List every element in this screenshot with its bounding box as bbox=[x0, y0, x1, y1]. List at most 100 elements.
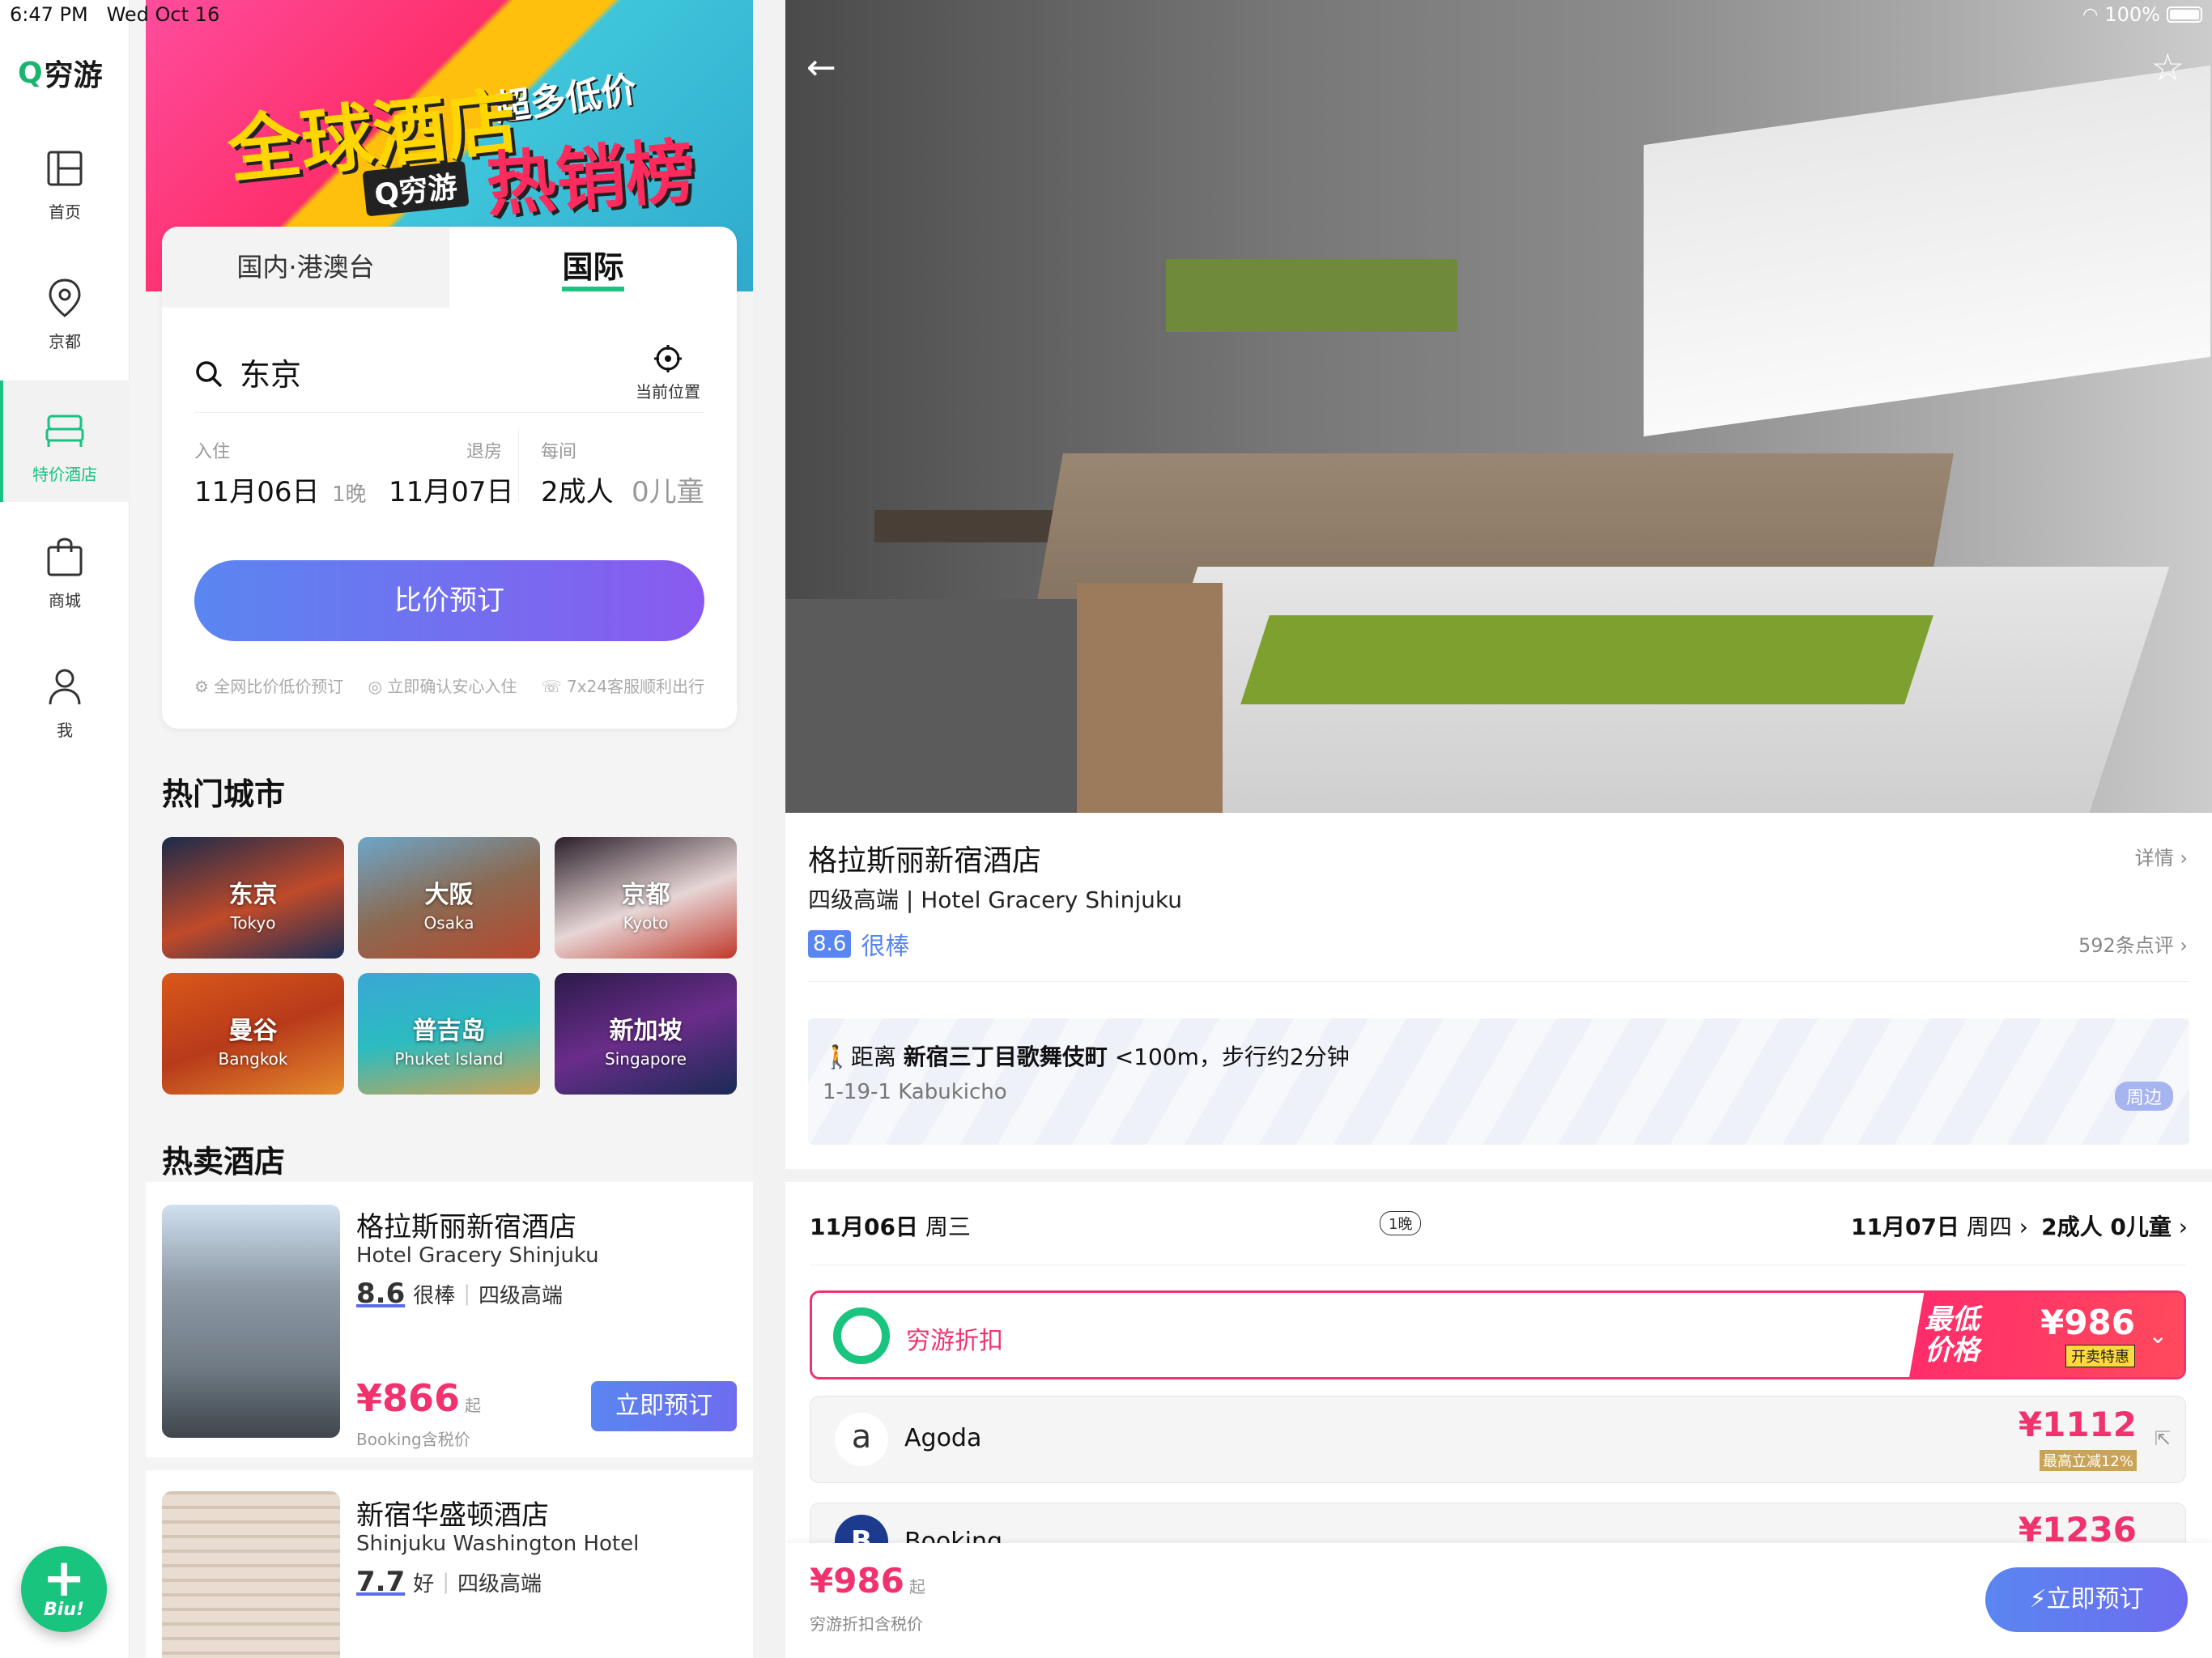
bottom-booking-bar: ¥986 起 穷游折扣含税价 ⚡立即预订 bbox=[785, 1543, 2212, 1658]
hotel-score: 8.6 bbox=[356, 1278, 406, 1310]
detail-rating: 很棒 bbox=[861, 933, 910, 961]
hot-cities-grid: 东京 Tokyo 大阪 Osaka 京都 Kyoto 曼谷 Bangkok 普吉岛 Phu… bbox=[162, 837, 737, 1096]
qyer-logo-icon bbox=[833, 1307, 890, 1364]
nearby-button[interactable]: 周边 bbox=[2114, 1082, 2173, 1111]
sidebar-item-home[interactable]: 首页 bbox=[0, 146, 130, 267]
bed-icon bbox=[45, 414, 84, 447]
city-tile-singapore[interactable]: 新加坡 Singapore bbox=[555, 973, 737, 1095]
external-link-icon: ⇱ bbox=[2154, 1427, 2171, 1450]
bottom-book-button[interactable]: ⚡立即预订 bbox=[1985, 1567, 2188, 1632]
destination-city: 东京 bbox=[240, 357, 302, 393]
perk-item: ⚙ 全网比价低价预订 bbox=[194, 677, 344, 696]
person-icon bbox=[49, 669, 81, 705]
hotel-address: 1-19-1 Kabukicho bbox=[823, 1080, 1007, 1104]
perk-item: ☏ 7x24客服顺利出行 bbox=[541, 677, 704, 696]
sidebar-item-label: 首页 bbox=[49, 202, 81, 222]
tab-international[interactable]: 国际 bbox=[449, 227, 737, 308]
bottom-price: ¥986 起 bbox=[810, 1561, 925, 1601]
hotel-english-name: Hotel Gracery Shinjuku bbox=[356, 1244, 599, 1268]
adults-count[interactable]: 2成人 bbox=[541, 470, 614, 509]
hotel-english-name: Shinjuku Washington Hotel bbox=[356, 1532, 640, 1556]
star-favorite-icon[interactable]: ☆ bbox=[2151, 45, 2184, 89]
distance-text: 🚶距离 新宿三丁目歌舞伎町 <100m，步行约2分钟 bbox=[823, 1044, 1350, 1070]
hotel-score-row: 7.7 好 | 四级高端 bbox=[356, 1566, 542, 1598]
reviews-link[interactable]: 592条点评 › bbox=[2078, 929, 2188, 958]
hotel-score: 7.7 bbox=[356, 1566, 406, 1598]
room-label: 每间 bbox=[541, 442, 577, 462]
wifi-icon: ◠ bbox=[2082, 4, 2099, 25]
sidebar-item-label: 京都 bbox=[49, 332, 81, 351]
room-checkin-date[interactable]: 11月06日 周三 bbox=[810, 1209, 971, 1242]
city-tile-kyoto[interactable]: 京都 Kyoto bbox=[555, 837, 737, 959]
hotel-score-row: 8.6 很棒 | 四级高端 bbox=[356, 1278, 564, 1310]
layout-icon bbox=[47, 151, 83, 186]
checkin-label: 入住 bbox=[194, 442, 231, 462]
offer-row-agoda[interactable]: a Agoda ¥1112 最高立减12% ⇱ bbox=[810, 1396, 2186, 1483]
hotel-photo bbox=[162, 1205, 340, 1438]
city-tile-osaka[interactable]: 大阪 Osaka bbox=[358, 837, 540, 959]
bottom-price-note: 穷游折扣含税价 bbox=[810, 1614, 923, 1634]
map-location-card[interactable]: 🚶距离 新宿三丁目歌舞伎町 <100m，步行约2分钟 1-19-1 Kabuki… bbox=[808, 1018, 2189, 1145]
sidebar-item-hotels[interactable]: 特价酒店 bbox=[0, 380, 130, 502]
detail-score-badge: 8.6 bbox=[808, 930, 852, 958]
agoda-logo-icon: a bbox=[835, 1413, 888, 1466]
hotel-info-section: 格拉斯丽新宿酒店 详情 › 四级高端 | Hotel Gracery Shinj… bbox=[785, 813, 2212, 1169]
detail-subtitle: 四级高端 | Hotel Gracery Shinjuku bbox=[808, 886, 1182, 913]
offer-tag: 开卖特惠 bbox=[2065, 1345, 2135, 1367]
room-guests[interactable]: 2成人 0儿童 › bbox=[2041, 1209, 2188, 1242]
sidebar-item-shop[interactable]: 商城 bbox=[0, 534, 130, 656]
detail-score-row: 8.6 很棒 bbox=[808, 926, 909, 962]
checkout-date[interactable]: 11月07日 bbox=[389, 470, 514, 509]
sidebar-item-me[interactable]: 我 bbox=[0, 664, 130, 785]
checkin-date[interactable]: 11月06日 bbox=[194, 470, 320, 509]
back-arrow-icon[interactable]: ← bbox=[806, 47, 836, 88]
hotel-photo bbox=[162, 1491, 340, 1658]
shopping-bag-icon bbox=[47, 538, 83, 576]
search-icon bbox=[196, 361, 223, 388]
location-pin-icon bbox=[49, 278, 81, 317]
book-now-button[interactable]: 立即预订 bbox=[591, 1381, 737, 1431]
offer-tag: 最高立减12% bbox=[2039, 1450, 2137, 1471]
destination-field[interactable]: 东京 当前位置 bbox=[194, 332, 704, 413]
offer-row-qyer[interactable]: 穷游折扣 最低价格 ¥986 开卖特惠 ⌄ bbox=[810, 1290, 2186, 1380]
room-photo bbox=[785, 0, 2212, 813]
details-link[interactable]: 详情 › bbox=[2135, 842, 2188, 870]
logo-q-icon: Q bbox=[18, 56, 43, 90]
app-logo[interactable]: Q 穷游 bbox=[18, 52, 103, 94]
status-right: ◠ 100% bbox=[2082, 3, 2202, 26]
room-checkout-date[interactable]: 11月07日 周四 › bbox=[1851, 1209, 2028, 1242]
perks-row: ⚙ 全网比价低价预订 ◎ 立即确认安心入住 ☏ 7x24客服顺利出行 bbox=[194, 674, 704, 697]
children-count[interactable]: 0儿童 bbox=[632, 470, 704, 509]
compare-book-button[interactable]: 比价预订 bbox=[194, 560, 704, 641]
perk-item: ◎ 立即确认安心入住 bbox=[368, 677, 517, 696]
city-tile-phuket[interactable]: 普吉岛 Phuket Island bbox=[358, 973, 540, 1095]
hot-hotels-title: 热卖酒店 bbox=[162, 1144, 286, 1180]
offer-name: 穷游折扣 bbox=[906, 1327, 1003, 1355]
price-source: Booking含税价 bbox=[356, 1430, 470, 1449]
hot-cities-title: 热门城市 bbox=[162, 776, 286, 812]
sidebar-item-label: 商城 bbox=[49, 591, 81, 610]
lowest-price-badge: 最低价格 bbox=[1925, 1303, 1980, 1367]
plus-icon: + bbox=[42, 1549, 86, 1609]
hotel-card[interactable]: 新宿华盛顿酒店 Shinjuku Washington Hotel 7.7 好 … bbox=[146, 1470, 753, 1658]
hotel-name: 格拉斯丽新宿酒店 bbox=[356, 1211, 576, 1244]
room-nights: 1晚 bbox=[1380, 1211, 1422, 1235]
city-tile-bangkok[interactable]: 曼谷 Bangkok bbox=[162, 973, 344, 1095]
crosshair-icon bbox=[654, 345, 682, 372]
biu-fab-button[interactable]: + Biu! bbox=[21, 1546, 107, 1632]
offer-name: Agoda bbox=[904, 1424, 982, 1452]
sidebar-item-kyoto[interactable]: 京都 bbox=[0, 275, 130, 397]
hotel-name: 新宿华盛顿酒店 bbox=[356, 1499, 549, 1532]
current-location-button[interactable]: 当前位置 bbox=[632, 343, 704, 402]
status-time: 6:47 PM Wed Oct 16 bbox=[10, 3, 220, 26]
chevron-down-icon[interactable]: ⌄ bbox=[2149, 1322, 2167, 1349]
tab-domestic[interactable]: 国内·港澳台 bbox=[162, 227, 449, 308]
offer-price: ¥986 bbox=[2040, 1303, 2135, 1342]
hotel-card[interactable]: 格拉斯丽新宿酒店 Hotel Gracery Shinjuku 8.6 很棒 |… bbox=[146, 1182, 753, 1457]
sidebar: Q 穷游 首页 京都 特价酒店 商城 我 + Biu! bbox=[0, 0, 130, 1658]
date-guest-row[interactable]: 入住 11月06日 1晚 退房 11月07日 每间 2成人 0儿童 bbox=[194, 429, 704, 526]
city-tile-tokyo[interactable]: 东京 Tokyo bbox=[162, 837, 344, 959]
battery-percent: 100% bbox=[2104, 3, 2160, 26]
sidebar-item-label: 我 bbox=[57, 721, 73, 740]
banner-line3: 热销榜 bbox=[483, 131, 698, 227]
